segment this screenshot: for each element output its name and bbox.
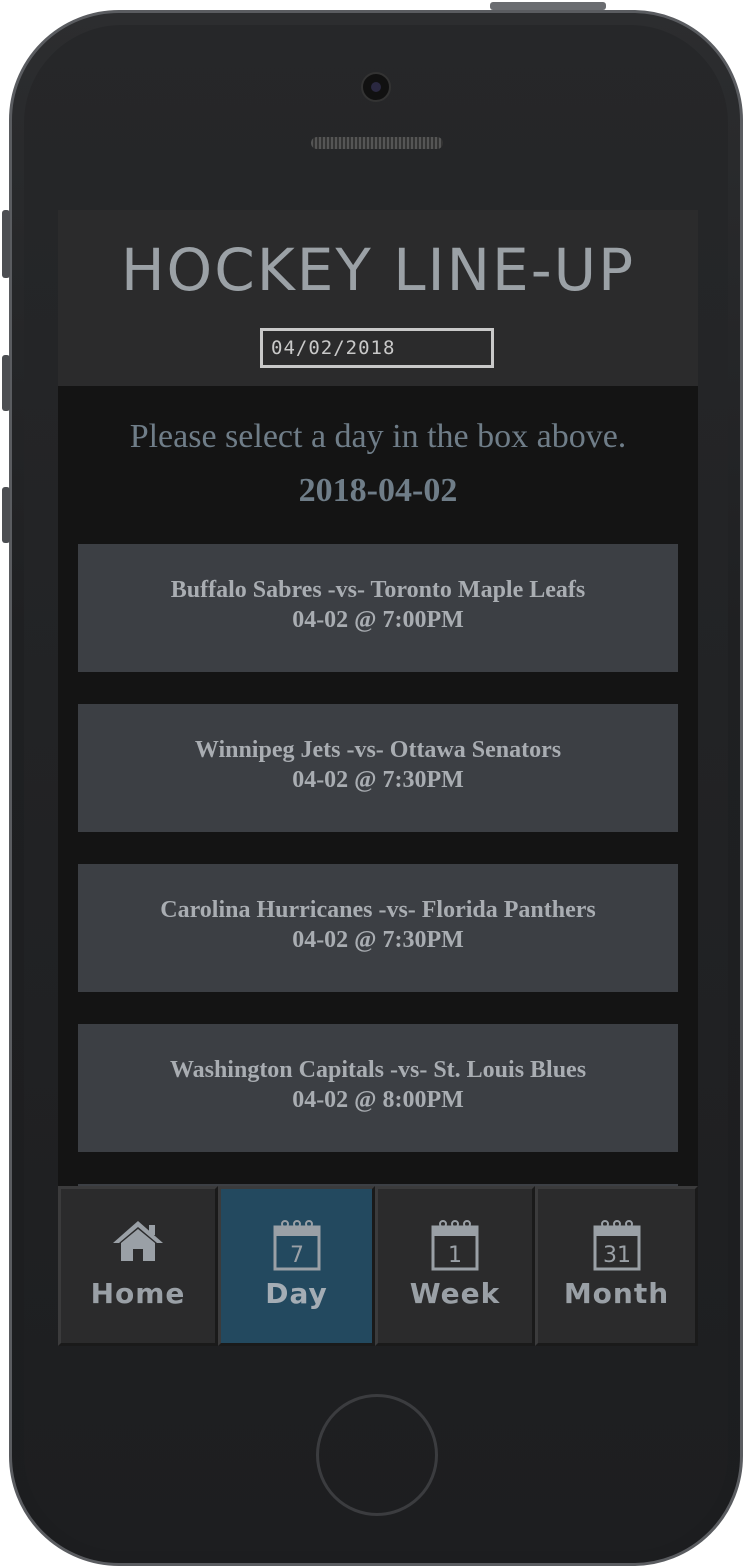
game-teams: Washington Capitals -vs- St. Louis Blues — [169, 1057, 587, 1083]
game-teams: Carolina Hurricanes -vs- Florida Panther… — [160, 897, 596, 923]
app-header: HOCKEY LINE-UP 04/02/2018 — [58, 210, 698, 386]
calendar-day-icon: 7 — [273, 1219, 321, 1275]
game-teams: Winnipeg Jets -vs- Ottawa Senators — [194, 737, 562, 763]
select-day-prompt: Please select a day in the box above. — [129, 418, 627, 455]
side-button-mute — [2, 210, 10, 278]
game-time: 04-02 @ 7:30PM — [292, 927, 464, 953]
top-button-power — [490, 2, 606, 10]
nav-week-label: Week — [409, 1277, 501, 1310]
calendar-week-icon: 1 — [431, 1219, 479, 1275]
earpiece-speaker — [311, 137, 443, 149]
nav-day-button[interactable]: 7 Day — [218, 1186, 375, 1346]
home-icon — [111, 1219, 165, 1267]
calendar-month-icon: 31 — [593, 1219, 641, 1275]
nav-week-button[interactable]: 1 Week — [375, 1186, 535, 1346]
game-card[interactable]: Carolina Hurricanes -vs- Florida Panther… — [78, 864, 678, 992]
nav-home-label: Home — [90, 1277, 186, 1310]
nav-month-label: Month — [563, 1277, 670, 1310]
nav-day-label: Day — [265, 1277, 328, 1310]
svg-text:31: 31 — [603, 1243, 631, 1268]
side-button-volume-down — [2, 487, 10, 543]
date-input[interactable]: 04/02/2018 — [260, 328, 494, 368]
app-screen: HOCKEY LINE-UP 04/02/2018 Please select … — [58, 210, 698, 1346]
app-title: HOCKEY LINE-UP — [120, 236, 636, 304]
side-button-volume-up — [2, 355, 10, 411]
game-card[interactable]: Winnipeg Jets -vs- Ottawa Senators 04-02… — [78, 704, 678, 832]
game-time: 04-02 @ 7:00PM — [292, 607, 464, 633]
game-card[interactable]: Washington Capitals -vs- St. Louis Blues… — [78, 1024, 678, 1152]
nav-month-button[interactable]: 31 Month — [535, 1186, 698, 1346]
game-card[interactable]: Buffalo Sabres -vs- Toronto Maple Leafs … — [78, 544, 678, 672]
game-time: 04-02 @ 8:00PM — [292, 1087, 464, 1113]
game-time: 04-02 @ 7:30PM — [292, 767, 464, 793]
game-teams: Buffalo Sabres -vs- Toronto Maple Leafs — [170, 577, 586, 603]
bottom-nav: Home 7 Day 1 Week 31 Month — [58, 1186, 698, 1346]
home-hardware-button[interactable] — [316, 1394, 438, 1516]
front-camera — [361, 72, 391, 102]
selected-date: 2018-04-02 — [298, 472, 458, 509]
svg-text:1: 1 — [448, 1243, 462, 1268]
nav-home-button[interactable]: Home — [58, 1186, 218, 1346]
svg-text:7: 7 — [290, 1243, 304, 1268]
